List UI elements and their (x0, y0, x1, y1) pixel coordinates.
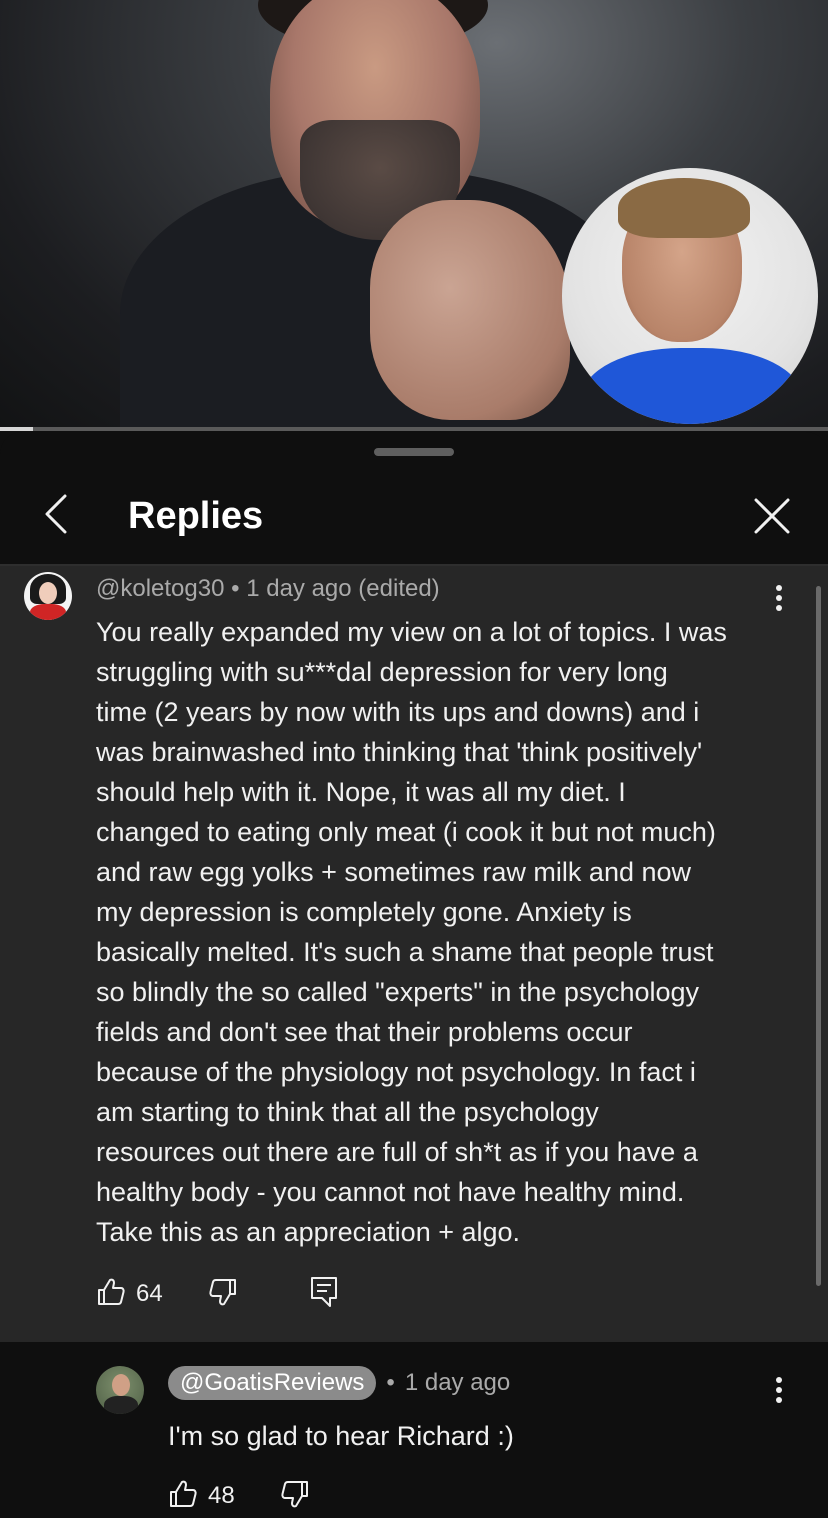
like-count: 64 (136, 1280, 163, 1307)
video-progress-bar[interactable] (0, 427, 828, 431)
close-icon (752, 496, 792, 541)
avatar[interactable] (24, 572, 72, 620)
reply-more-button[interactable] (764, 1374, 794, 1410)
reply-comment: @GoatisReviews • 1 day ago I'm so glad t… (0, 1342, 828, 1509)
thumbs-up-icon (168, 1479, 198, 1514)
chevron-left-icon (41, 492, 71, 541)
comment-time: 1 day ago (edited) (246, 575, 440, 602)
comment-meta: @koletog30 • 1 day ago (edited) (96, 574, 440, 604)
page-title: Replies (128, 495, 264, 537)
back-button[interactable] (32, 490, 80, 542)
pip-shirt (582, 348, 802, 424)
comment-author[interactable]: @koletog30 (96, 575, 224, 602)
reply-meta: @GoatisReviews • 1 day ago (168, 1366, 510, 1400)
like-count: 48 (208, 1482, 235, 1509)
picture-in-picture-inset (562, 168, 818, 424)
replies-header: Replies (0, 472, 828, 562)
reply-actions: 48 (168, 1474, 468, 1518)
thumbs-up-icon (96, 1277, 126, 1312)
scrollbar[interactable] (816, 586, 821, 1286)
more-vertical-icon (775, 1376, 783, 1409)
dislike-button[interactable] (280, 1474, 310, 1518)
pip-hair (618, 178, 750, 238)
reply-comment-icon (310, 1276, 338, 1313)
presenter-hand (370, 200, 570, 420)
sheet-drag-handle[interactable] (374, 448, 454, 456)
creator-handle-chip[interactable]: @GoatisReviews (168, 1366, 377, 1400)
thumbs-down-icon (280, 1479, 310, 1514)
reply-button[interactable] (310, 1272, 338, 1316)
reply-text: I'm so glad to hear Richard :) (168, 1421, 514, 1451)
avatar[interactable] (96, 1366, 144, 1414)
like-button[interactable]: 48 (168, 1474, 235, 1518)
meta-separator: • (386, 1369, 395, 1396)
video-player[interactable] (0, 0, 828, 430)
dislike-button[interactable] (208, 1272, 238, 1316)
parent-comment: @koletog30 • 1 day ago (edited) You real… (0, 566, 828, 1342)
thumbs-down-icon (208, 1277, 238, 1312)
replies-sheet: Replies @koletog30 • 1 day ago (edited) (0, 432, 828, 1509)
reply-time: 1 day ago (404, 1369, 511, 1396)
like-button[interactable]: 64 (96, 1272, 163, 1316)
close-button[interactable] (744, 490, 800, 546)
meta-separator: • (231, 575, 240, 602)
comment-actions: 64 (96, 1272, 496, 1316)
video-progress-fill (0, 427, 34, 431)
comment-text: You really expanded my view on a lot of … (96, 617, 727, 1247)
